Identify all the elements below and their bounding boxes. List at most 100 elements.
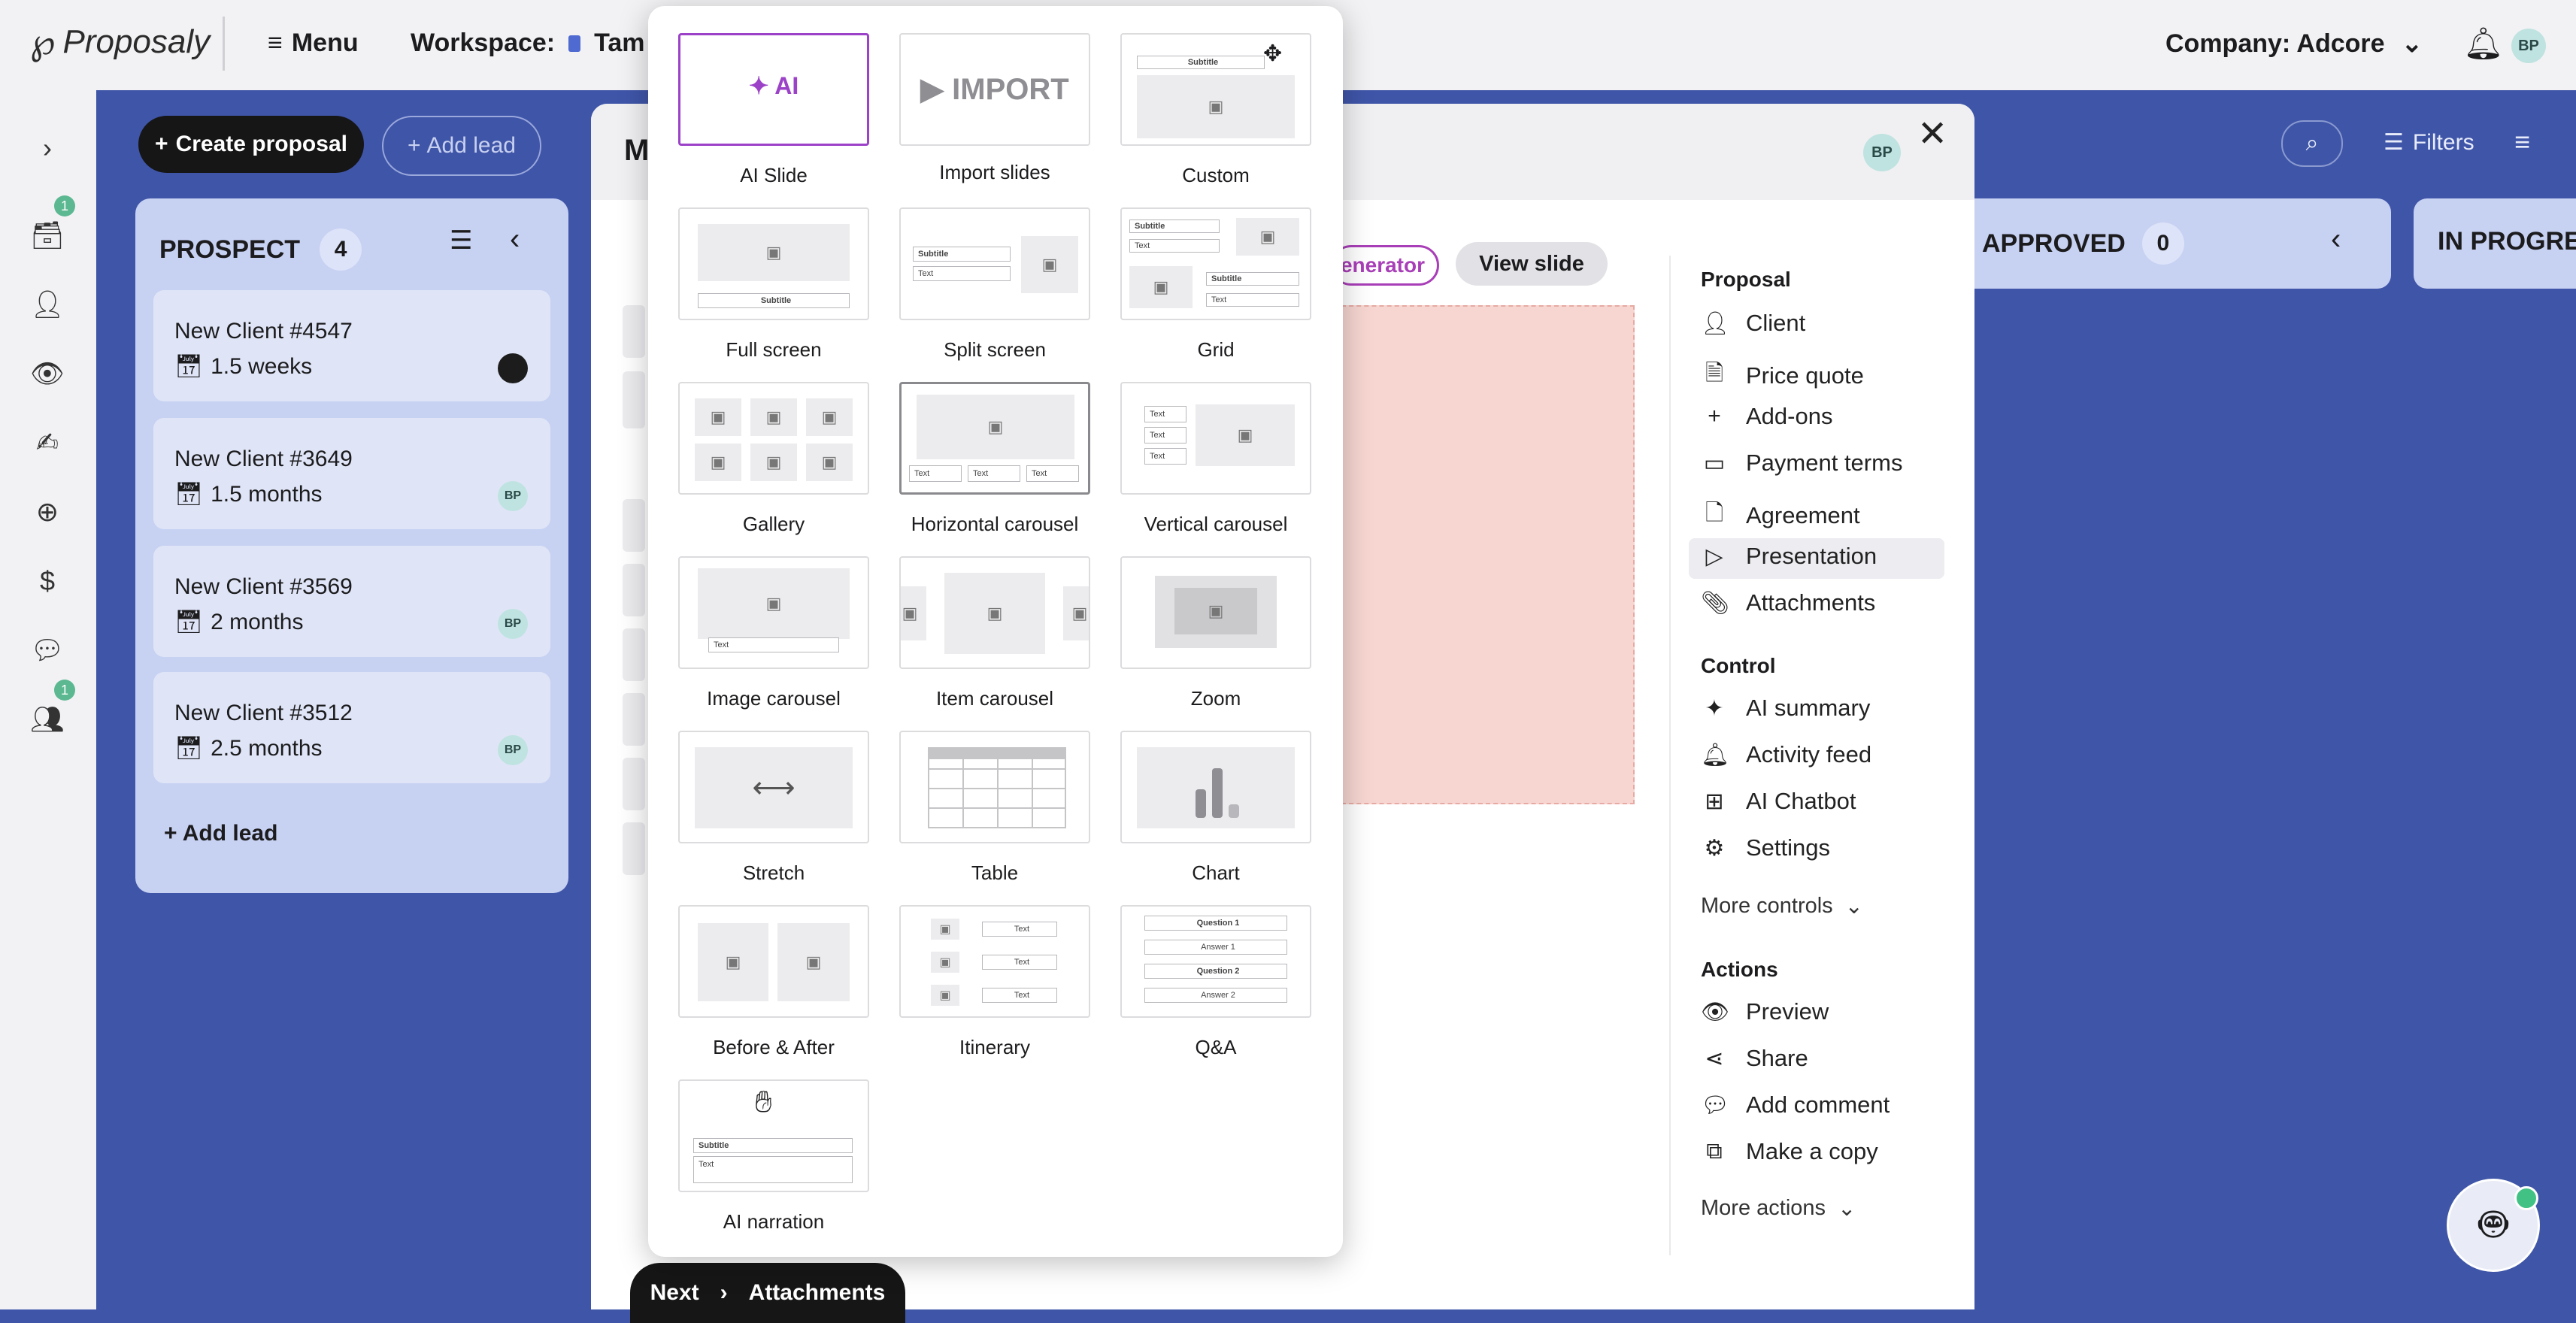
- more-actions-toggle[interactable]: More actions ⌄: [1701, 1195, 1856, 1222]
- nav-price-quote[interactable]: 🗎 Price quote: [1701, 356, 1864, 395]
- layout-tile-itinerary[interactable]: ▣ Text ▣ Text ▣ Text: [899, 905, 1090, 1018]
- layout-tile-stretch[interactable]: ⟷: [678, 731, 869, 843]
- dollar-icon[interactable]: $: [29, 562, 66, 600]
- team-icon[interactable]: 👥︎: [29, 701, 66, 738]
- nav-share[interactable]: ⋖ Share: [1701, 1045, 1808, 1072]
- filter-icon: ☰: [2384, 130, 2404, 155]
- lead-card[interactable]: New Client #3512 📅︎ 2.5 months BP: [153, 672, 550, 783]
- menu-button[interactable]: ≡ Menu: [268, 29, 359, 58]
- copy-icon: ⧉: [1706, 1139, 1723, 1164]
- search-button[interactable]: ⌕: [2281, 120, 2343, 167]
- nav-make-copy[interactable]: ⧉ Make a copy: [1701, 1138, 1877, 1165]
- column-header: PROSPECT 4: [159, 229, 362, 271]
- add-lead-link[interactable]: + Add lead: [164, 821, 277, 846]
- slide-thumb[interactable]: [623, 371, 645, 428]
- logo-text: Proposaly: [62, 23, 211, 60]
- chat-icon[interactable]: 💬︎: [29, 631, 66, 669]
- layout-tile-before-after[interactable]: ▣ ▣: [678, 905, 869, 1018]
- layout-tile-ai-slide[interactable]: ✦ AI: [678, 33, 869, 146]
- layout-tile-import-slides[interactable]: ▶ IMPORT: [899, 33, 1090, 146]
- nav-ai-chatbot[interactable]: ⊞ AI Chatbot: [1701, 788, 1856, 815]
- layout-tile-split-screen[interactable]: Subtitle Text ▣: [899, 207, 1090, 320]
- lead-card[interactable]: New Client #4547 📅︎ 1.5 weeks: [153, 290, 550, 401]
- user-avatar[interactable]: BP: [2511, 29, 2546, 63]
- nav-presentation[interactable]: ▷ Presentation: [1701, 543, 1877, 570]
- layout-tile-custom[interactable]: Subtitle ▣ ✥: [1120, 33, 1311, 146]
- layout-tile-horizontal-carousel[interactable]: ▣ Text Text Text: [899, 382, 1090, 495]
- signature-icon[interactable]: ✍︎: [29, 424, 66, 462]
- collapse-chevron-icon[interactable]: ‹: [510, 223, 520, 256]
- layout-tile-vertical-carousel[interactable]: Text Text Text ▣: [1120, 382, 1311, 495]
- workspace-selector[interactable]: Workspace: Tam: [411, 29, 645, 58]
- create-proposal-button[interactable]: + Create proposal: [138, 116, 364, 173]
- nav-activity-feed[interactable]: 🔔︎ Activity feed: [1701, 741, 1871, 768]
- notifications-bell-icon[interactable]: 🔔︎: [2463, 26, 2503, 62]
- image-placeholder-icon: ▣: [698, 568, 850, 639]
- layout-tile-image-carousel[interactable]: ▣ Text: [678, 556, 869, 669]
- nav-add-ons[interactable]: + Add-ons: [1701, 403, 1832, 430]
- toolbar-item[interactable]: [623, 305, 645, 358]
- logo[interactable]: ℘ Proposaly: [30, 21, 210, 63]
- nav-client[interactable]: 👤︎ Client: [1701, 310, 1805, 337]
- nav-label: Attachments: [1746, 589, 1876, 616]
- layout-tile-zoom[interactable]: ▣: [1120, 556, 1311, 669]
- nav-preview[interactable]: 👁︎ Preview: [1701, 998, 1829, 1025]
- collapse-chevron-icon[interactable]: ‹: [2331, 223, 2341, 256]
- layout-tile-gallery[interactable]: ▣ ▣ ▣ ▣ ▣ ▣: [678, 382, 869, 495]
- lead-card[interactable]: New Client #3649 📅︎ 1.5 months BP: [153, 418, 550, 529]
- layout-tile-ai-narration[interactable]: ✋︎ Subtitle Text: [678, 1079, 869, 1192]
- nav-agreement[interactable]: 🗋 Agreement: [1701, 496, 1860, 534]
- sort-icon[interactable]: ☰: [450, 226, 472, 256]
- layout-tile-item-carousel[interactable]: ▣ ▣ ▣: [899, 556, 1090, 669]
- layout-label: Custom: [1182, 164, 1250, 186]
- expand-chevron-icon[interactable]: ›: [29, 129, 66, 167]
- view-slide-button[interactable]: View slide: [1456, 242, 1608, 286]
- lead-due-text: 2 months: [211, 609, 304, 634]
- close-icon[interactable]: ✕: [1917, 113, 1947, 155]
- lead-card[interactable]: New Client #3569 📅︎ 2 months BP: [153, 546, 550, 657]
- nav-add-comment[interactable]: 💬︎ Add comment: [1701, 1091, 1890, 1119]
- slide-thumb[interactable]: [623, 822, 645, 875]
- nav-attachments[interactable]: 📎︎ Attachments: [1701, 589, 1875, 616]
- question-placeholder: Question 2: [1144, 964, 1287, 979]
- text-placeholder: Text: [1129, 239, 1220, 253]
- slide-thumb[interactable]: [623, 758, 645, 810]
- layout-tile-qa[interactable]: Question 1 Answer 1 Question 2 Answer 2: [1120, 905, 1311, 1018]
- more-label: More actions: [1701, 1196, 1826, 1220]
- next-button[interactable]: Next › Attachments: [630, 1263, 905, 1323]
- lead-due-text: 2.5 months: [211, 735, 323, 761]
- layout-tile-full-screen[interactable]: ▣ Subtitle: [678, 207, 869, 320]
- slide-thumb[interactable]: [623, 693, 645, 746]
- image-placeholder-icon: ▣: [698, 923, 768, 1001]
- filters-button[interactable]: ☰ Filters: [2384, 129, 2474, 156]
- add-circle-icon[interactable]: ⊕: [29, 493, 66, 531]
- slide-thumb[interactable]: [623, 564, 645, 616]
- slide-thumb[interactable]: [623, 628, 645, 681]
- layout-tile-table[interactable]: [899, 731, 1090, 843]
- divider: [223, 17, 225, 71]
- online-status-dot: [2514, 1186, 2538, 1210]
- nav-ai-summary[interactable]: ✦ AI summary: [1701, 695, 1870, 722]
- user-icon[interactable]: 👤︎: [29, 286, 66, 323]
- generator-button[interactable]: enerator: [1331, 245, 1439, 286]
- nav-settings[interactable]: ⚙ Settings: [1701, 834, 1830, 861]
- layout-label: AI Slide: [740, 164, 808, 186]
- board-menu-icon[interactable]: ≡: [2514, 126, 2530, 158]
- slide-canvas[interactable]: [1341, 305, 1635, 804]
- add-lead-button[interactable]: + Add lead: [382, 116, 541, 176]
- lead-title: New Client #4547: [174, 319, 353, 344]
- inbox-icon[interactable]: 🗃︎: [29, 216, 66, 254]
- layout-label: Chart: [1192, 861, 1240, 884]
- layout-tile-chart[interactable]: [1120, 731, 1311, 843]
- workspace-icon: [568, 35, 581, 52]
- slide-thumb[interactable]: [623, 499, 645, 552]
- lead-due: 📅︎ 2 months: [174, 609, 304, 635]
- image-placeholder-icon: ▣: [1021, 236, 1078, 293]
- eye-icon[interactable]: 👁︎: [29, 355, 66, 392]
- company-selector[interactable]: Company: Adcore ⌄: [2165, 29, 2423, 59]
- nav-payment-terms[interactable]: ▭ Payment terms: [1701, 450, 1903, 477]
- layout-tile-grid[interactable]: Subtitle Text ▣ ▣ Subtitle Text: [1120, 207, 1311, 320]
- more-controls-toggle[interactable]: More controls ⌄: [1701, 893, 1863, 919]
- search-icon: ⌕: [2305, 131, 2319, 156]
- image-placeholder-icon: ▣: [931, 985, 959, 1006]
